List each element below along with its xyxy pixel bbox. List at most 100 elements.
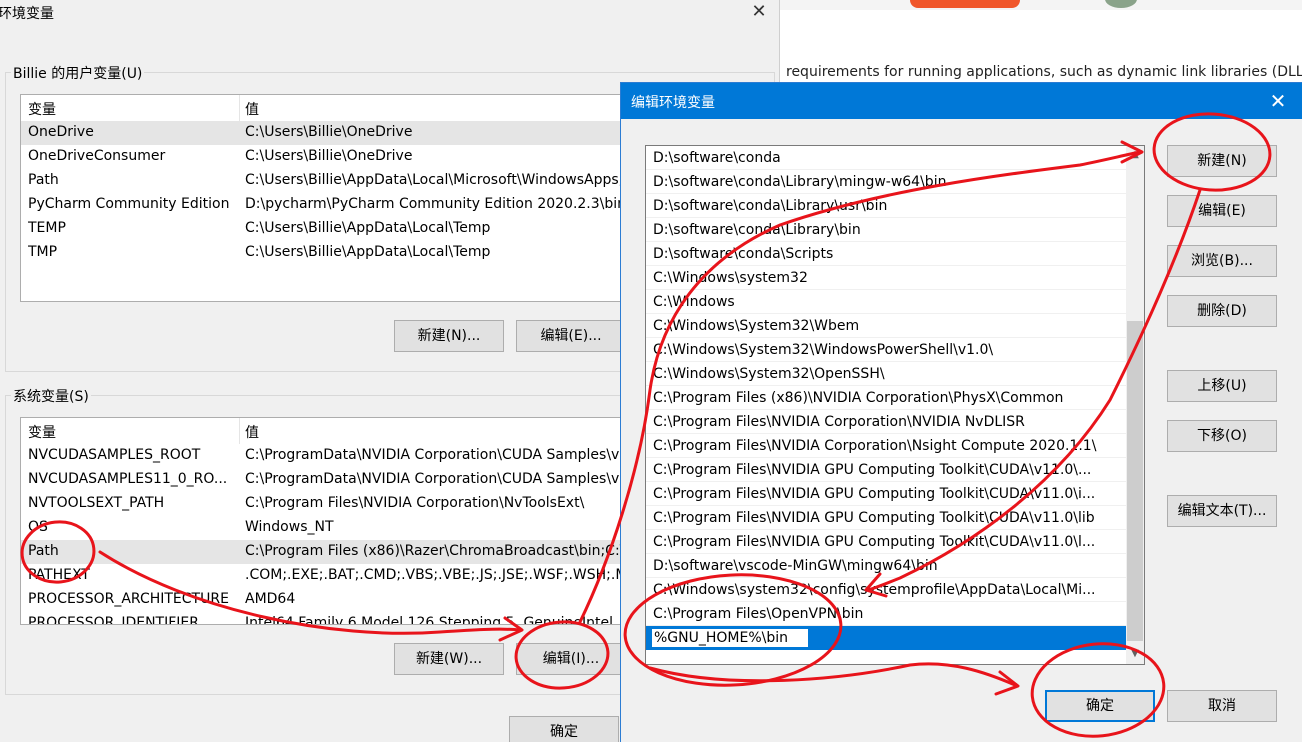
variable-name: PROCESSOR_ARCHITECTURE	[28, 591, 229, 607]
variable-name: OS	[28, 519, 48, 535]
list-item[interactable]: C:\Windows\system32	[646, 266, 1126, 290]
table-header: 变量 值	[21, 95, 629, 121]
edit-text-button[interactable]: 编辑文本(T)...	[1167, 495, 1277, 527]
user-variables-label: Billie 的用户变量(U)	[11, 63, 145, 83]
column-header-variable[interactable]: 变量	[28, 99, 56, 119]
table-row[interactable]: NVTOOLSEXT_PATH C:\Program Files\NVIDIA …	[21, 492, 629, 516]
variable-value: C:\Program Files (x86)\Razer\ChromaBroad…	[245, 543, 625, 559]
table-row[interactable]: OS Windows_NT	[21, 516, 629, 540]
user-edit-button[interactable]: 编辑(E)...	[516, 320, 626, 352]
list-item[interactable]: C:\Windows\System32\WindowsPowerShell\v1…	[646, 338, 1126, 362]
ok-button[interactable]: 确定	[509, 716, 619, 742]
variable-name: OneDrive	[28, 124, 94, 140]
list-item[interactable]: D:\software\conda\Library\bin	[646, 218, 1126, 242]
table-row-path-selected[interactable]: Path C:\Program Files (x86)\Razer\Chroma…	[21, 540, 629, 564]
list-item[interactable]: C:\Windows\system32\config\systemprofile…	[646, 578, 1126, 602]
browser-top-strip	[780, 0, 1302, 10]
list-item[interactable]: D:\software\conda\Library\usr\bin	[646, 194, 1126, 218]
list-item[interactable]: D:\software\conda\Library\mingw-w64\bin	[646, 170, 1126, 194]
scroll-down-icon[interactable]: ▼	[1126, 645, 1144, 662]
table-row[interactable]: NVCUDASAMPLES_ROOT C:\ProgramData\NVIDIA…	[21, 444, 629, 468]
variable-name: Path	[28, 543, 59, 559]
table-row[interactable]: TMP C:\Users\Billie\AppData\Local\Temp	[21, 241, 629, 265]
system-variables-table[interactable]: 变量 值 NVCUDASAMPLES_ROOT C:\ProgramData\N…	[20, 417, 630, 625]
variable-value: C:\Users\Billie\AppData\Local\Microsoft\…	[245, 172, 624, 188]
variable-name: PROCESSOR_IDENTIFIER	[28, 615, 199, 625]
system-new-button[interactable]: 新建(W)...	[394, 643, 504, 675]
column-separator[interactable]	[239, 418, 240, 444]
system-variables-label: 系统变量(S)	[11, 386, 91, 406]
scroll-thumb[interactable]	[1127, 321, 1143, 641]
ok-button[interactable]: 确定	[1045, 690, 1155, 722]
variable-name: PyCharm Community Edition	[28, 196, 230, 212]
list-item[interactable]: C:\Program Files\NVIDIA GPU Computing To…	[646, 458, 1126, 482]
list-item[interactable]: C:\Windows	[646, 290, 1126, 314]
scroll-up-icon[interactable]: ▲	[1126, 146, 1144, 163]
table-row[interactable]: Path C:\Users\Billie\AppData\Local\Micro…	[21, 169, 629, 193]
path-edit-input[interactable]: %GNU_HOME%\bin	[651, 628, 809, 648]
list-item-editing[interactable]: %GNU_HOME%\bin	[646, 626, 1126, 650]
variable-value: C:\ProgramData\NVIDIA Corporation\CUDA S…	[245, 447, 630, 463]
variable-value: C:\Users\Billie\AppData\Local\Temp	[245, 244, 491, 260]
variable-name: Path	[28, 172, 59, 188]
close-icon[interactable]: ✕	[1266, 89, 1290, 113]
list-item[interactable]: D:\software\conda\Scripts	[646, 242, 1126, 266]
table-row[interactable]: PyCharm Community Edition D:\pycharm\PyC…	[21, 193, 629, 217]
user-variables-table[interactable]: 变量 值 OneDrive C:\Users\Billie\OneDrive O…	[20, 94, 630, 302]
move-down-button[interactable]: 下移(O)	[1167, 420, 1277, 452]
delete-button[interactable]: 删除(D)	[1167, 295, 1277, 327]
close-icon[interactable]: ✕	[748, 1, 770, 23]
list-item[interactable]: C:\Program Files\NVIDIA GPU Computing To…	[646, 482, 1126, 506]
orange-button[interactable]	[910, 0, 1020, 8]
title-bar[interactable]: 编辑环境变量 ✕	[621, 83, 1302, 119]
table-row[interactable]: PATHEXT .COM;.EXE;.BAT;.CMD;.VBS;.VBE;.J…	[21, 564, 629, 588]
column-separator[interactable]	[239, 95, 240, 121]
variable-value: C:\Users\Billie\OneDrive	[245, 148, 413, 164]
list-item[interactable]: C:\Program Files (x86)\NVIDIA Corporatio…	[646, 386, 1126, 410]
list-item[interactable]: C:\Program Files\NVIDIA Corporation\Nsig…	[646, 434, 1126, 458]
table-row[interactable]: OneDrive C:\Users\Billie\OneDrive	[21, 121, 629, 145]
list-item[interactable]: C:\Windows\System32\OpenSSH\	[646, 362, 1126, 386]
variable-value: C:\Users\Billie\OneDrive	[245, 124, 413, 140]
variable-name: NVCUDASAMPLES_ROOT	[28, 447, 201, 463]
dialog-title: 环境变量	[0, 6, 54, 22]
table-row[interactable]: TEMP C:\Users\Billie\AppData\Local\Temp	[21, 217, 629, 241]
list-item[interactable]: C:\Program Files\NVIDIA GPU Computing To…	[646, 530, 1126, 554]
variable-value: C:\Program Files\NVIDIA Corporation\NvTo…	[245, 495, 585, 511]
table-row[interactable]: PROCESSOR_ARCHITECTURE AMD64	[21, 588, 629, 612]
variable-name: OneDriveConsumer	[28, 148, 166, 164]
variable-name: NVTOOLSEXT_PATH	[28, 495, 165, 511]
path-list[interactable]: D:\software\conda D:\software\conda\Libr…	[645, 145, 1145, 665]
article-text-line: requirements for running applications, s…	[786, 64, 1302, 80]
list-item[interactable]: D:\software\conda	[646, 146, 1126, 170]
cancel-button[interactable]: 取消	[1167, 690, 1277, 722]
column-header-value[interactable]: 值	[245, 99, 259, 119]
user-new-button[interactable]: 新建(N)...	[394, 320, 504, 352]
list-item[interactable]: C:\Program Files\NVIDIA Corporation\NVID…	[646, 410, 1126, 434]
variable-value: .COM;.EXE;.BAT;.CMD;.VBS;.VBE;.JS;.JSE;.…	[245, 567, 630, 583]
edit-environment-variable-dialog: 编辑环境变量 ✕ D:\software\conda D:\software\c…	[620, 82, 1302, 742]
list-item[interactable]: D:\software\vscode-MinGW\mingw64\bin	[646, 554, 1126, 578]
table-row[interactable]: NVCUDASAMPLES11_0_RO... C:\ProgramData\N…	[21, 468, 629, 492]
table-row[interactable]: PROCESSOR_IDENTIFIER Intel64 Family 6 Mo…	[21, 612, 629, 625]
system-edit-button[interactable]: 编辑(I)...	[516, 643, 626, 675]
dialog-title: 编辑环境变量	[631, 95, 715, 111]
vertical-scrollbar[interactable]: ▲ ▼	[1126, 146, 1144, 664]
list-item[interactable]: C:\Program Files\OpenVPN\bin	[646, 602, 1126, 626]
variable-value: AMD64	[245, 591, 296, 607]
move-up-button[interactable]: 上移(U)	[1167, 370, 1277, 402]
column-header-value[interactable]: 值	[245, 422, 259, 442]
browse-button[interactable]: 浏览(B)...	[1167, 245, 1277, 277]
table-header: 变量 值	[21, 418, 629, 444]
edit-button[interactable]: 编辑(E)	[1167, 195, 1277, 227]
variable-value: C:\ProgramData\NVIDIA Corporation\CUDA S…	[245, 471, 630, 487]
variable-name: TEMP	[28, 220, 66, 236]
variable-value: Windows_NT	[245, 519, 334, 535]
list-item[interactable]: C:\Program Files\NVIDIA GPU Computing To…	[646, 506, 1126, 530]
column-header-variable[interactable]: 变量	[28, 422, 56, 442]
table-row[interactable]: OneDriveConsumer C:\Users\Billie\OneDriv…	[21, 145, 629, 169]
list-item[interactable]: C:\Windows\System32\Wbem	[646, 314, 1126, 338]
new-button[interactable]: 新建(N)	[1167, 145, 1277, 177]
variable-name: PATHEXT	[28, 567, 90, 583]
variable-value: D:\pycharm\PyCharm Community Edition 202…	[245, 196, 630, 212]
